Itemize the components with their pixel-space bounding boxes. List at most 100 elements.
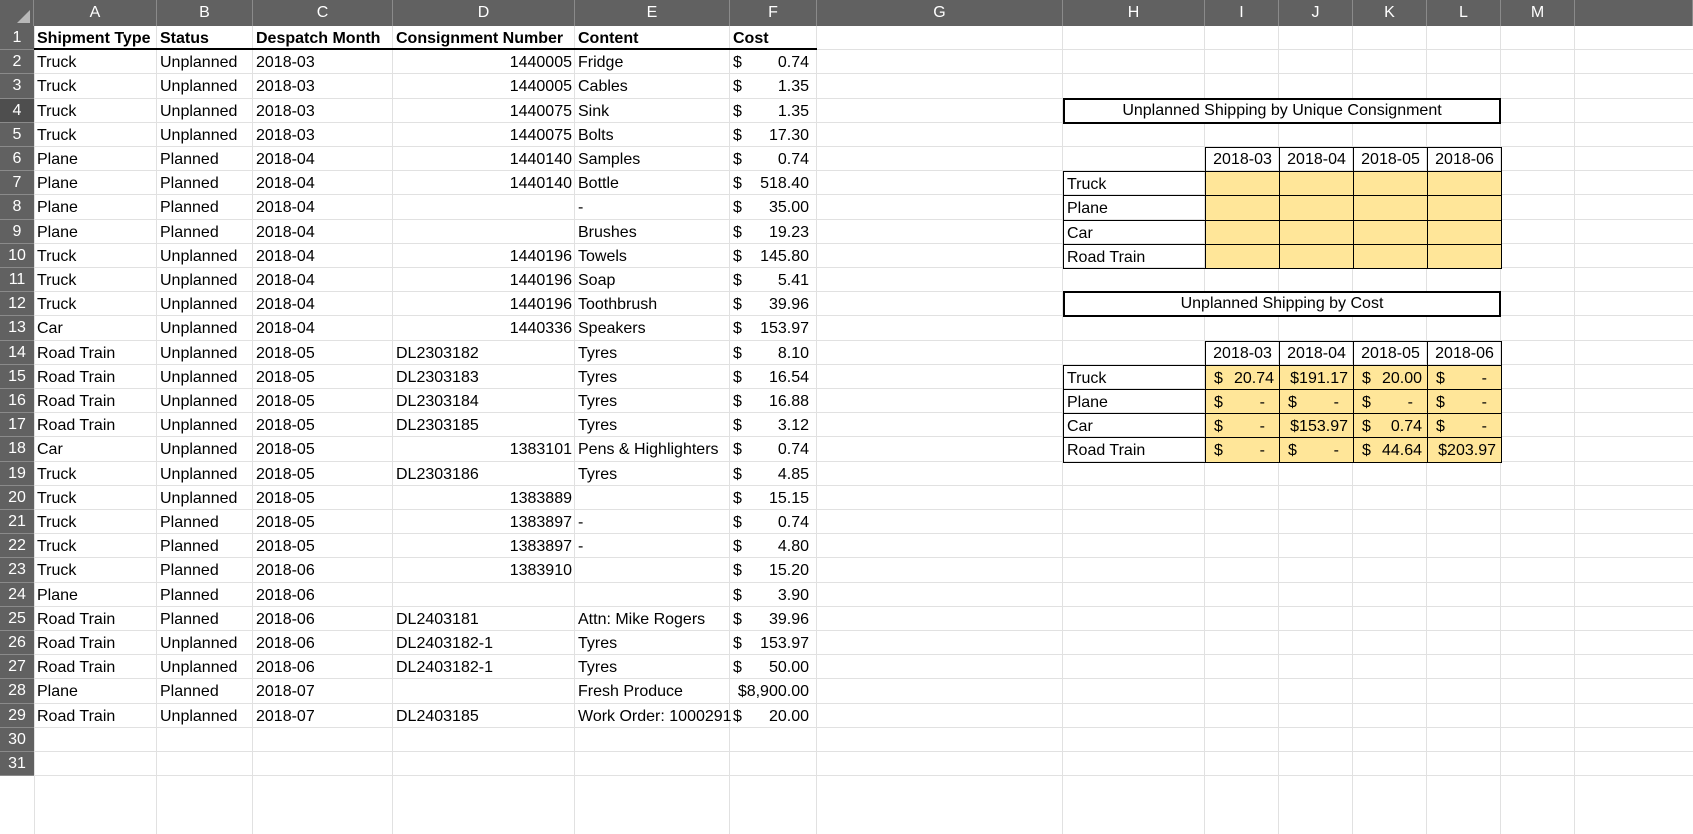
column-header-m[interactable]: M — [1501, 0, 1575, 26]
row-header-29[interactable]: 29 — [0, 703, 34, 728]
header-status[interactable]: Status — [157, 26, 253, 50]
summary-consignment-cell[interactable] — [1353, 195, 1428, 221]
header-despatch-month[interactable]: Despatch Month — [253, 26, 393, 50]
cell-shipment-type[interactable]: Car — [34, 437, 157, 461]
cell-shipment-type[interactable]: Truck — [34, 510, 157, 534]
cell-status[interactable]: Unplanned — [157, 413, 253, 437]
cell-cost[interactable]: $5.41 — [730, 268, 817, 292]
cell-consignment-number[interactable] — [393, 583, 575, 607]
row-header-4[interactable]: 4 — [0, 98, 34, 123]
row-header-11[interactable]: 11 — [0, 268, 34, 293]
summary-consignment-cell[interactable] — [1427, 195, 1502, 221]
cell-shipment-type[interactable]: Truck — [34, 558, 157, 582]
summary-cost-cell[interactable]: $153.97 — [1279, 413, 1354, 439]
row-header-30[interactable]: 30 — [0, 727, 34, 752]
column-header-c[interactable]: C — [253, 0, 393, 26]
cell-despatch-month[interactable]: 2018-06 — [253, 583, 393, 607]
row-header-18[interactable]: 18 — [0, 437, 34, 462]
cell-despatch-month[interactable]: 2018-03 — [253, 50, 393, 74]
summary-consignment-cell[interactable] — [1279, 219, 1354, 245]
cell-despatch-month[interactable]: 2018-04 — [253, 171, 393, 195]
summary-cost-cell[interactable]: $191.17 — [1279, 364, 1354, 390]
cell-cost[interactable]: $39.96 — [730, 292, 817, 316]
cell-despatch-month[interactable]: 2018-07 — [253, 679, 393, 703]
header-cost[interactable]: Cost — [730, 26, 817, 50]
cell-despatch-month[interactable]: 2018-05 — [253, 437, 393, 461]
cell-consignment-number[interactable]: DL2303185 — [393, 413, 575, 437]
summary-consignment-cell[interactable] — [1205, 243, 1280, 269]
row-header-27[interactable]: 27 — [0, 655, 34, 680]
summary-consignment-month-2018-04[interactable]: 2018-04 — [1279, 147, 1354, 173]
summary-consignment-row-label[interactable]: Plane — [1063, 195, 1206, 221]
cell-cost[interactable]: $4.80 — [730, 534, 817, 558]
cell-status[interactable]: Unplanned — [157, 655, 253, 679]
summary-cost-row-label[interactable]: Road Train — [1063, 437, 1206, 463]
cell-despatch-month[interactable]: 2018-05 — [253, 413, 393, 437]
cell-shipment-type[interactable]: Truck — [34, 268, 157, 292]
column-header-k[interactable]: K — [1353, 0, 1427, 26]
cell-cost[interactable]: $153.97 — [730, 631, 817, 655]
row-header-9[interactable]: 9 — [0, 219, 34, 244]
cell-despatch-month[interactable]: 2018-05 — [253, 389, 393, 413]
row-header-5[interactable]: 5 — [0, 122, 34, 147]
cell-shipment-type[interactable]: Truck — [34, 292, 157, 316]
cell-content[interactable]: Pens & Highlighters — [575, 437, 730, 461]
row-header-17[interactable]: 17 — [0, 413, 34, 438]
cell-cost[interactable]: $0.74 — [730, 147, 817, 171]
cell-shipment-type[interactable]: Road Train — [34, 704, 157, 728]
cell-cost[interactable]: $15.20 — [730, 558, 817, 582]
column-header-j[interactable]: J — [1279, 0, 1353, 26]
cell-cost[interactable]: $4.85 — [730, 462, 817, 486]
cell-shipment-type[interactable]: Truck — [34, 534, 157, 558]
cell-content[interactable]: Work Order: 1000291 — [575, 704, 732, 728]
cell-consignment-number[interactable]: 1440336 — [393, 316, 575, 340]
cell-status[interactable]: Planned — [157, 558, 253, 582]
cell-status[interactable]: Planned — [157, 534, 253, 558]
cell-consignment-number[interactable]: 1440196 — [393, 292, 575, 316]
row-header-7[interactable]: 7 — [0, 171, 34, 196]
cell-despatch-month[interactable]: 2018-03 — [253, 123, 393, 147]
cell-content[interactable]: Speakers — [575, 316, 730, 340]
cell-despatch-month[interactable]: 2018-04 — [253, 244, 393, 268]
cell-consignment-number[interactable]: 1440196 — [393, 244, 575, 268]
cell-despatch-month[interactable]: 2018-07 — [253, 704, 393, 728]
cell-content[interactable]: - — [575, 534, 585, 558]
cell-shipment-type[interactable]: Truck — [34, 486, 157, 510]
cell-shipment-type[interactable]: Road Train — [34, 341, 157, 365]
summary-cost-cell[interactable]: $ - — [1427, 364, 1502, 390]
header-consignment-number[interactable]: Consignment Number — [393, 26, 575, 50]
summary-consignment-cell[interactable] — [1205, 195, 1280, 221]
cell-shipment-type[interactable]: Road Train — [34, 365, 157, 389]
cell-despatch-month[interactable]: 2018-04 — [253, 292, 393, 316]
cell-shipment-type[interactable]: Truck — [34, 462, 157, 486]
summary-cost-month-2018-05[interactable]: 2018-05 — [1353, 340, 1428, 366]
row-header-3[interactable]: 3 — [0, 74, 34, 99]
cell-content[interactable]: Tyres — [575, 655, 730, 679]
cell-content[interactable]: Tyres — [575, 389, 730, 413]
cell-despatch-month[interactable]: 2018-04 — [253, 316, 393, 340]
cell-despatch-month[interactable]: 2018-05 — [253, 510, 393, 534]
cell-consignment-number[interactable]: 1440140 — [393, 171, 575, 195]
cell-content[interactable]: Attn: Mike Rogers — [575, 607, 730, 631]
cell-cost[interactable]: $3.12 — [730, 413, 817, 437]
summary-cost-row-label[interactable]: Truck — [1063, 364, 1206, 390]
cell-shipment-type[interactable]: Plane — [34, 220, 157, 244]
cell-despatch-month[interactable]: 2018-06 — [253, 607, 393, 631]
cell-shipment-type[interactable]: Plane — [34, 583, 157, 607]
summary-consignment-cell[interactable] — [1353, 219, 1428, 245]
summary-cost-cell[interactable]: $203.97 — [1427, 437, 1502, 463]
summary-consignment-cell[interactable] — [1427, 243, 1502, 269]
cell-shipment-type[interactable]: Plane — [34, 171, 157, 195]
cell-despatch-month[interactable]: 2018-03 — [253, 74, 393, 98]
column-header-e[interactable]: E — [575, 0, 730, 26]
cell-content[interactable] — [575, 558, 730, 582]
cell-shipment-type[interactable]: Road Train — [34, 389, 157, 413]
cell-content[interactable]: Towels — [575, 244, 730, 268]
cell-status[interactable]: Unplanned — [157, 341, 253, 365]
cell-cost[interactable]: $17.30 — [730, 123, 817, 147]
cell-status[interactable]: Planned — [157, 607, 253, 631]
cell-consignment-number[interactable]: 1383889 — [393, 486, 575, 510]
cell-status[interactable]: Unplanned — [157, 292, 253, 316]
summary-consignment-cell[interactable] — [1427, 219, 1502, 245]
cell-consignment-number[interactable]: DL2403185 — [393, 704, 575, 728]
